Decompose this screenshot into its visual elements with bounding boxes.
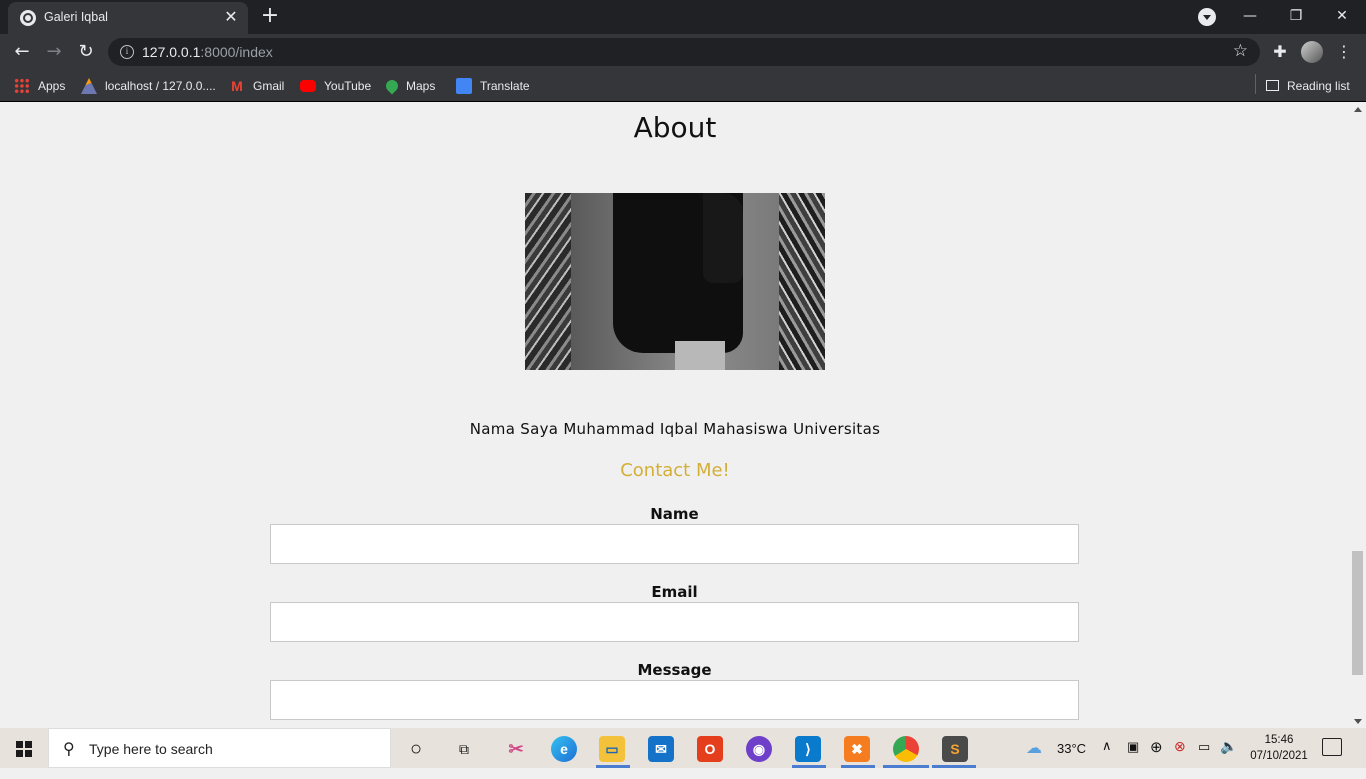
clock-time: 15:46 <box>1264 734 1294 746</box>
bookmark-youtube[interactable]: YouTube <box>300 77 371 95</box>
bookmark-localhost[interactable]: localhost / 127.0.0.... <box>81 77 216 95</box>
globe-icon <box>20 10 36 26</box>
snip-sketch-icon[interactable]: ✂ <box>503 736 529 762</box>
bookmark-translate[interactable]: Translate <box>456 77 530 95</box>
bookmark-gmail[interactable]: M Gmail <box>229 77 284 95</box>
reading-list-icon <box>1266 80 1279 91</box>
chrome-icon[interactable] <box>893 736 919 762</box>
sublime-text-icon[interactable]: S <box>942 736 968 762</box>
back-arrow-icon[interactable]: ← <box>10 40 34 64</box>
email-input[interactable] <box>270 602 1079 642</box>
browser-tabstrip: Galeri Iqbal ✕ + — ❐ ✕ <box>0 0 1366 34</box>
bookmark-star-icon[interactable]: ☆ <box>1233 41 1248 61</box>
bio-text: Nama Saya Muhammad Iqbal Mahasiswa Unive… <box>469 420 881 438</box>
scroll-up-arrow-icon[interactable] <box>1354 107 1362 112</box>
browser-menu-icon[interactable]: ⋮ <box>1336 40 1352 64</box>
mail-icon[interactable]: ✉ <box>648 736 674 762</box>
clock-date: 07/10/2021 <box>1250 750 1308 762</box>
name-label: Name <box>650 505 699 523</box>
translate-icon <box>456 78 472 94</box>
url-text: 127.0.0.1:8000/index <box>142 44 273 60</box>
windows-logo-icon <box>16 741 32 757</box>
reload-icon[interactable]: ↻ <box>74 40 98 64</box>
forward-arrow-icon[interactable]: → <box>42 40 66 64</box>
bookmarks-divider <box>1255 74 1256 94</box>
profile-avatar[interactable] <box>1301 41 1323 63</box>
github-desktop-icon[interactable]: ◉ <box>746 736 772 762</box>
about-heading: About <box>633 111 717 144</box>
start-button[interactable] <box>0 728 48 768</box>
gmail-icon: M <box>231 78 243 94</box>
message-input[interactable] <box>270 680 1079 720</box>
window-close-button[interactable]: ✕ <box>1326 4 1358 28</box>
bookmarks-bar: Apps localhost / 127.0.0.... M Gmail You… <box>0 70 1366 102</box>
message-label: Message <box>637 661 712 679</box>
youtube-icon <box>300 80 316 92</box>
taskbar-search-box[interactable]: ⚲ Type here to search <box>48 728 391 768</box>
scroll-down-arrow-icon[interactable] <box>1354 719 1362 724</box>
maps-icon <box>383 77 401 95</box>
antivirus-alert-icon[interactable]: ⊗ <box>1174 738 1186 778</box>
file-explorer-icon[interactable]: ▭ <box>599 736 625 762</box>
page-viewport: About Nama Saya Muhammad Iqbal Mahasiswa… <box>0 103 1350 728</box>
extensions-puzzle-icon[interactable]: ✚ <box>1270 42 1290 62</box>
meet-now-icon[interactable]: ▣ <box>1127 739 1139 779</box>
scroll-thumb[interactable] <box>1352 551 1363 675</box>
search-placeholder: Type here to search <box>89 741 213 757</box>
notifications-icon[interactable] <box>1322 738 1342 756</box>
weather-cloud-icon: ☁ <box>1026 740 1042 757</box>
windows-taskbar: ⚲ Type here to search ○ ⧉ ✂ e ▭ ✉ O ◉ ⟩ … <box>0 728 1366 768</box>
tab-title: Galeri Iqbal <box>44 10 108 24</box>
task-view-icon[interactable]: ⧉ <box>451 736 477 762</box>
address-bar[interactable]: i 127.0.0.1:8000/index ☆ <box>108 38 1260 66</box>
new-tab-button[interactable]: + <box>258 4 282 28</box>
edge-icon[interactable]: e <box>551 736 577 762</box>
office-icon[interactable]: O <box>697 736 723 762</box>
site-info-icon[interactable]: i <box>120 45 134 59</box>
volume-icon[interactable]: 🔈 <box>1220 738 1237 778</box>
reading-list-button[interactable]: Reading list <box>1266 77 1350 95</box>
browser-tab[interactable]: Galeri Iqbal ✕ <box>8 2 248 34</box>
search-icon: ⚲ <box>63 739 75 758</box>
tab-close-icon[interactable]: ✕ <box>222 8 240 26</box>
contact-heading: Contact Me! <box>620 460 730 481</box>
tray-overflow-chevron-icon[interactable]: ∧ <box>1102 738 1112 778</box>
phpmyadmin-icon <box>81 78 97 94</box>
xampp-icon[interactable]: ✖ <box>844 736 870 762</box>
name-input[interactable] <box>270 524 1079 564</box>
apps-grid-icon <box>14 78 30 94</box>
taskbar-clock[interactable]: 15:46 07/10/2021 <box>1240 732 1318 764</box>
page-scrollbar[interactable] <box>1350 103 1366 728</box>
restore-button[interactable]: ❐ <box>1280 4 1312 28</box>
network-globe-icon[interactable]: ⊕ <box>1150 738 1163 778</box>
bookmark-maps[interactable]: Maps <box>383 77 435 95</box>
cortana-icon[interactable]: ○ <box>403 736 429 762</box>
minimize-button[interactable]: — <box>1234 4 1266 28</box>
weather-temperature: 33°C <box>1057 741 1087 756</box>
battery-icon[interactable]: ▭ <box>1198 739 1210 779</box>
browser-toolbar: ← → ↻ i 127.0.0.1:8000/index ☆ ✚ ⋮ <box>0 34 1366 70</box>
bookmark-apps[interactable]: Apps <box>14 77 65 95</box>
profile-photo <box>525 193 825 370</box>
vscode-icon[interactable]: ⟩ <box>795 736 821 762</box>
email-label: Email <box>651 583 698 601</box>
tab-search-icon[interactable] <box>1198 8 1216 26</box>
